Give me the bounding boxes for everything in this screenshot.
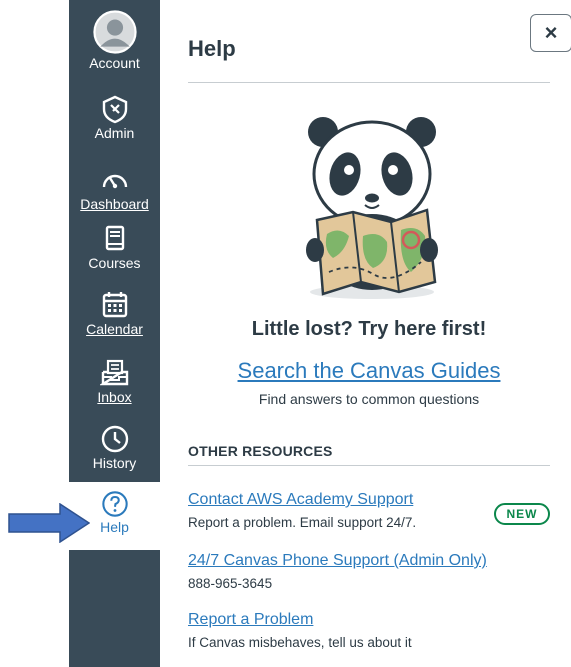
guides-description: Find answers to common questions	[258, 391, 480, 407]
new-badge: NEW	[494, 503, 550, 525]
report-problem-link[interactable]: Report a Problem	[188, 611, 313, 629]
search-canvas-guides-link[interactable]: Search the Canvas Guides	[188, 358, 550, 384]
nav-dashboard-label: Dashboard	[80, 196, 149, 212]
contact-aws-support-link[interactable]: Contact AWS Academy Support	[188, 491, 413, 509]
resource-description: 888-965-3645	[188, 576, 273, 591]
panda-map-illustration	[306, 117, 438, 299]
divider	[188, 465, 550, 466]
phone-support-link[interactable]: 24/7 Canvas Phone Support (Admin Only)	[188, 552, 487, 570]
nav-account[interactable]: Account	[69, 10, 160, 72]
divider	[188, 82, 550, 83]
nav-inbox-label: Inbox	[97, 389, 132, 405]
nav-inbox[interactable]: Inbox	[69, 358, 160, 406]
book-icon	[105, 225, 124, 251]
global-navigation: Account Admin Dashboard Courses Calendar…	[69, 0, 160, 667]
resource-description: Report a problem. Email support 24/7.	[188, 515, 417, 530]
close-button[interactable]: ×	[530, 14, 571, 52]
nav-dashboard[interactable]: Dashboard	[69, 165, 160, 213]
pointer-arrow-icon	[8, 503, 90, 543]
nav-admin-label: Admin	[94, 125, 135, 141]
clock-icon	[101, 425, 128, 453]
shield-icon	[102, 95, 127, 124]
headline: Little lost? Try here first!	[251, 318, 487, 340]
nav-history[interactable]: History	[69, 424, 160, 472]
nav-courses-label: Courses	[88, 255, 141, 271]
nav-calendar-label: Calendar	[86, 321, 143, 337]
other-resources-heading: OTHER RESOURCES	[188, 443, 333, 459]
help-icon	[101, 491, 128, 517]
dashboard-icon	[102, 174, 127, 189]
nav-courses[interactable]: Courses	[69, 224, 160, 272]
nav-account-label: Account	[89, 55, 140, 71]
calendar-icon	[102, 292, 127, 318]
tray-title: Help	[188, 36, 236, 61]
nav-admin[interactable]: Admin	[69, 94, 160, 142]
resource-description: If Canvas misbehaves, tell us about it	[188, 635, 412, 650]
inbox-icon	[99, 359, 128, 386]
nav-history-label: History	[92, 455, 137, 471]
nav-calendar[interactable]: Calendar	[69, 290, 160, 338]
avatar-icon	[92, 10, 137, 54]
